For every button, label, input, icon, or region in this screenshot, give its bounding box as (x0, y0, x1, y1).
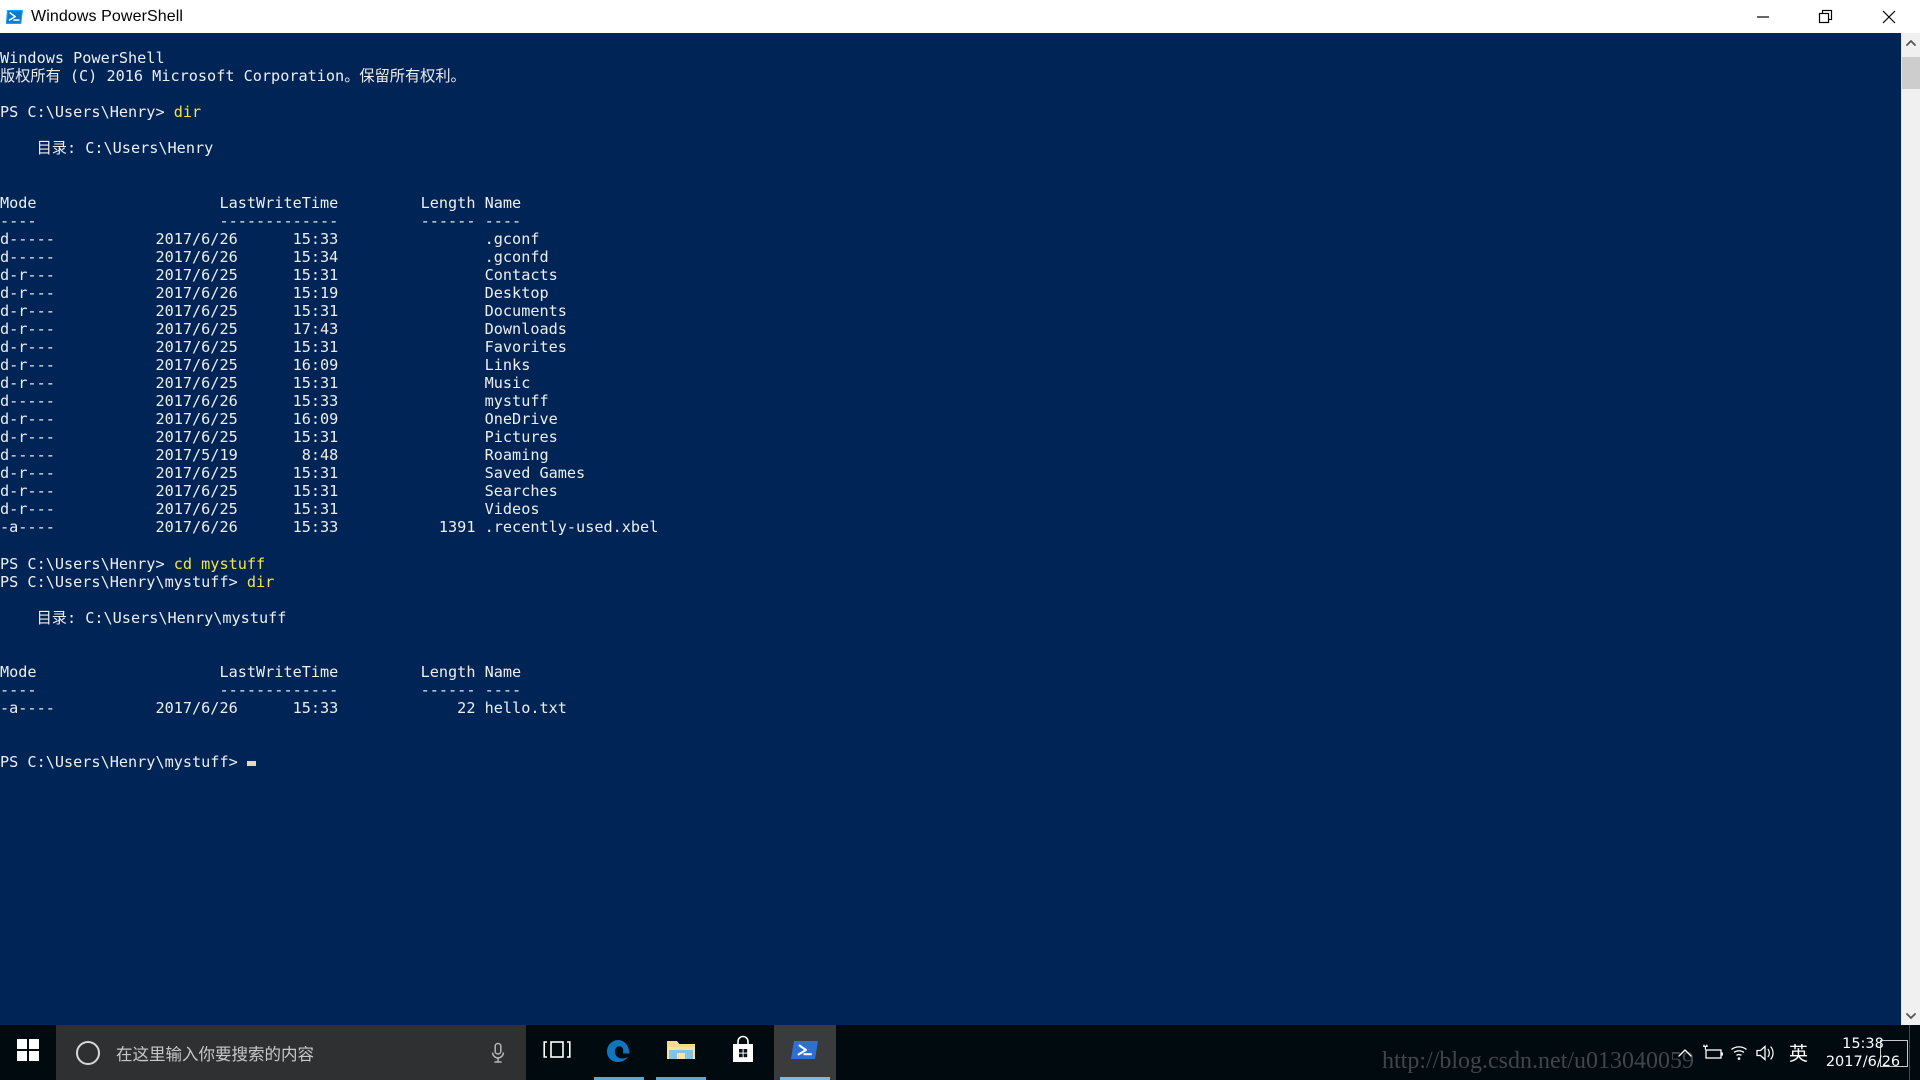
taskbar-item-powershell[interactable] (774, 1025, 836, 1080)
taskbar-item-file-explorer[interactable] (650, 1025, 712, 1080)
console-vertical-scrollbar[interactable] (1901, 33, 1920, 1025)
microsoft-edge-icon (604, 1035, 634, 1070)
minimize-button[interactable] (1731, 0, 1794, 33)
chevron-down-icon[interactable] (1902, 1006, 1920, 1025)
battery-charging-icon[interactable] (1699, 1044, 1726, 1062)
file-explorer-icon (665, 1037, 697, 1068)
task-view-icon (542, 1038, 572, 1067)
notification-square-icon[interactable] (1880, 1040, 1908, 1067)
windows-logo-icon (17, 1039, 39, 1066)
powershell-icon (5, 8, 24, 26)
volume-icon[interactable] (1753, 1043, 1780, 1063)
block-cursor (246, 761, 256, 767)
taskbar-item-task-view[interactable] (526, 1025, 588, 1080)
cortana-ring-icon[interactable] (76, 1040, 100, 1065)
taskbar-item-microsoft-edge[interactable] (588, 1025, 650, 1080)
console-text: Windows PowerShell 版权所有 (C) 2016 Microso… (0, 49, 659, 772)
show-desktop-button[interactable] (1909, 1025, 1920, 1080)
window-titlebar[interactable]: Windows PowerShell (0, 0, 1920, 33)
taskbar: 在这里输入你要搜索的内容 英 15:38 2017/6/26 (0, 1025, 1920, 1080)
chevron-up-icon[interactable] (1902, 33, 1920, 52)
window-title: Windows PowerShell (31, 8, 184, 25)
search-placeholder: 在这里输入你要搜索的内容 (116, 1045, 314, 1064)
wifi-icon[interactable] (1726, 1044, 1753, 1062)
close-button[interactable] (1857, 0, 1920, 33)
search-input[interactable]: 在这里输入你要搜索的内容 (56, 1025, 526, 1080)
console-output-area[interactable]: Windows PowerShell 版权所有 (C) 2016 Microso… (0, 33, 1901, 1025)
clock-time: 15:38 (1842, 1035, 1884, 1052)
taskbar-empty-area[interactable] (836, 1025, 1672, 1080)
maximize-restore-button[interactable] (1794, 0, 1857, 33)
chevron-up-icon[interactable] (1672, 1047, 1699, 1059)
powershell-icon (790, 1035, 820, 1070)
ime-language-indicator[interactable]: 英 (1780, 1039, 1817, 1066)
scrollbar-thumb[interactable] (1902, 57, 1920, 89)
microphone-icon[interactable] (478, 1042, 518, 1064)
start-button[interactable] (0, 1025, 56, 1080)
taskbar-item-microsoft-store[interactable] (712, 1025, 774, 1080)
desktop-screen: Windows PowerShell Windows PowerShell 版权… (0, 0, 1920, 1080)
microsoft-store-icon (729, 1035, 757, 1070)
